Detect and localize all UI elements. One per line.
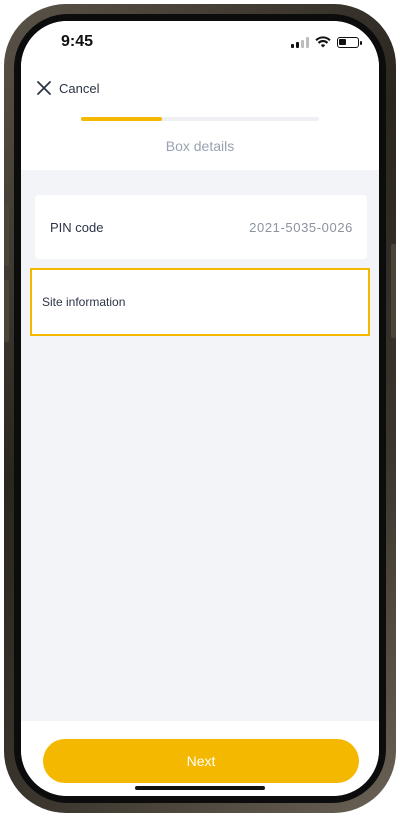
signal-bar <box>301 39 304 48</box>
cancel-button[interactable]: Cancel <box>37 79 99 97</box>
next-button[interactable]: Next <box>43 739 359 783</box>
mute-switch <box>4 150 9 184</box>
wifi-icon <box>315 36 331 48</box>
signal-bar <box>296 41 299 48</box>
header-area: 9:45 Cancel Box details <box>21 21 379 170</box>
pin-code-label: PIN code <box>50 220 104 235</box>
step-title: Box details <box>165 138 235 154</box>
status-time: 9:45 <box>61 33 94 50</box>
status-bar: 9:45 <box>21 21 379 67</box>
volume-down-button <box>4 280 9 342</box>
status-icons <box>291 35 362 49</box>
progress-track <box>81 117 319 121</box>
battery-level <box>339 38 346 45</box>
home-indicator <box>135 786 265 790</box>
app-screen: 9:45 Cancel Box details PIN code 2021-50… <box>21 21 379 796</box>
signal-bar <box>291 43 294 48</box>
battery-icon <box>337 36 362 48</box>
pin-code-row: PIN code 2021-5035-0026 <box>35 195 367 259</box>
site-information-label: Site information <box>42 295 126 309</box>
cellular-signal-icon <box>291 36 309 48</box>
progress-fill <box>81 117 162 121</box>
signal-bar <box>306 36 309 48</box>
power-button <box>391 244 396 338</box>
site-information-field[interactable]: Site information <box>30 268 370 336</box>
close-icon <box>37 81 51 95</box>
volume-up-button <box>4 204 9 266</box>
pin-code-value: 2021-5035-0026 <box>249 220 353 235</box>
cancel-label: Cancel <box>59 80 100 96</box>
